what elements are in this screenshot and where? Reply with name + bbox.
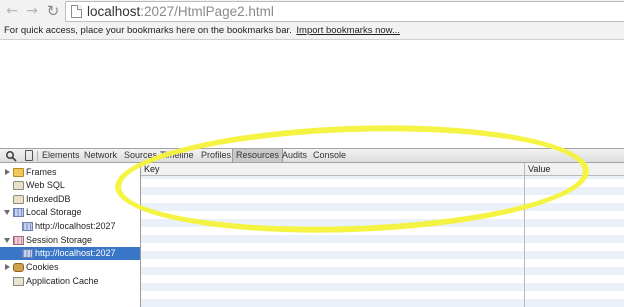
import-bookmarks-link[interactable]: Import bookmarks now... — [296, 25, 399, 36]
storage-data-grid[interactable]: Key Value — [141, 163, 624, 307]
database-icon — [13, 195, 24, 204]
storage-grid-icon — [22, 249, 33, 258]
sidebar-item-indexeddb[interactable]: IndexedDB — [0, 193, 140, 206]
devtools-panel: Elements Network Sources Timeline Profil… — [0, 148, 624, 307]
tab-sources[interactable]: Sources — [124, 149, 157, 162]
sidebar-item-label: Session Storage — [26, 235, 93, 245]
address-bar[interactable]: localhost:2027/HtmlPage2.html — [65, 1, 624, 22]
page-icon — [71, 5, 82, 18]
tab-network[interactable]: Network — [84, 149, 117, 162]
sidebar-item-web-sql[interactable]: Web SQL — [0, 179, 140, 192]
device-mode-icon[interactable] — [25, 150, 33, 161]
devtools-toolbar: Elements Network Sources Timeline Profil… — [0, 148, 624, 163]
column-header-key[interactable]: Key — [144, 163, 160, 176]
tab-resources[interactable]: Resources — [232, 149, 284, 162]
sidebar-item-local-storage[interactable]: Local Storage — [0, 206, 140, 219]
tab-profiles[interactable]: Profiles — [201, 149, 231, 162]
url-host: localhost — [87, 4, 141, 19]
column-header-value[interactable]: Value — [528, 163, 550, 176]
sidebar-item-session-storage-origin[interactable]: http://localhost:2027 — [0, 247, 140, 260]
column-divider[interactable] — [524, 163, 525, 307]
sidebar-item-label: Frames — [26, 167, 57, 177]
bookmarks-bar-message: For quick access, place your bookmarks h… — [4, 25, 292, 36]
tab-console[interactable]: Console — [313, 149, 346, 162]
grid-header: Key Value — [141, 163, 624, 176]
sidebar-item-local-storage-origin[interactable]: http://localhost:2027 — [0, 220, 140, 233]
sidebar-item-cookies[interactable]: Cookies — [0, 261, 140, 274]
url-path: :2027/HtmlPage2.html — [140, 4, 274, 19]
forward-arrow-icon[interactable]: → — [24, 3, 40, 19]
expand-triangle-icon[interactable] — [5, 264, 10, 270]
sidebar-item-label: Application Cache — [26, 276, 99, 286]
bookmarks-bar: For quick access, place your bookmarks h… — [0, 24, 624, 40]
database-icon — [13, 181, 24, 190]
sidebar-item-label: Web SQL — [26, 180, 65, 190]
sidebar-item-frames[interactable]: Frames — [0, 166, 140, 179]
toolbar-divider — [37, 151, 38, 161]
address-url[interactable]: localhost:2027/HtmlPage2.html — [87, 4, 274, 20]
browser-toolbar: ← → ↻ localhost:2027/HtmlPage2.html — [0, 0, 624, 24]
collapse-triangle-icon[interactable] — [4, 238, 10, 243]
sidebar-item-label: http://localhost:2027 — [35, 248, 116, 258]
cache-icon — [13, 277, 24, 286]
tab-elements[interactable]: Elements — [42, 149, 80, 162]
storage-grid-icon — [22, 222, 33, 231]
cookie-icon — [13, 263, 24, 272]
reload-icon[interactable]: ↻ — [45, 3, 61, 19]
back-arrow-icon[interactable]: ← — [4, 3, 20, 19]
sidebar-item-application-cache[interactable]: Application Cache — [0, 275, 140, 288]
sidebar-item-label: Cookies — [26, 262, 59, 272]
page-viewport — [0, 40, 624, 148]
storage-grid-icon — [13, 236, 24, 245]
sidebar-item-label: Local Storage — [26, 207, 82, 217]
sidebar-item-label: http://localhost:2027 — [35, 221, 116, 231]
tab-timeline[interactable]: Timeline — [160, 149, 194, 162]
collapse-triangle-icon[interactable] — [4, 210, 10, 215]
tab-audits[interactable]: Audits — [282, 149, 307, 162]
expand-triangle-icon[interactable] — [5, 169, 10, 175]
folder-icon — [13, 168, 24, 177]
storage-grid-icon — [13, 208, 24, 217]
inspect-search-icon[interactable] — [5, 150, 17, 162]
resources-sidebar: Frames Web SQL IndexedDB Local Storage h… — [0, 163, 141, 307]
sidebar-item-label: IndexedDB — [26, 194, 71, 204]
sidebar-item-session-storage[interactable]: Session Storage — [0, 234, 140, 247]
